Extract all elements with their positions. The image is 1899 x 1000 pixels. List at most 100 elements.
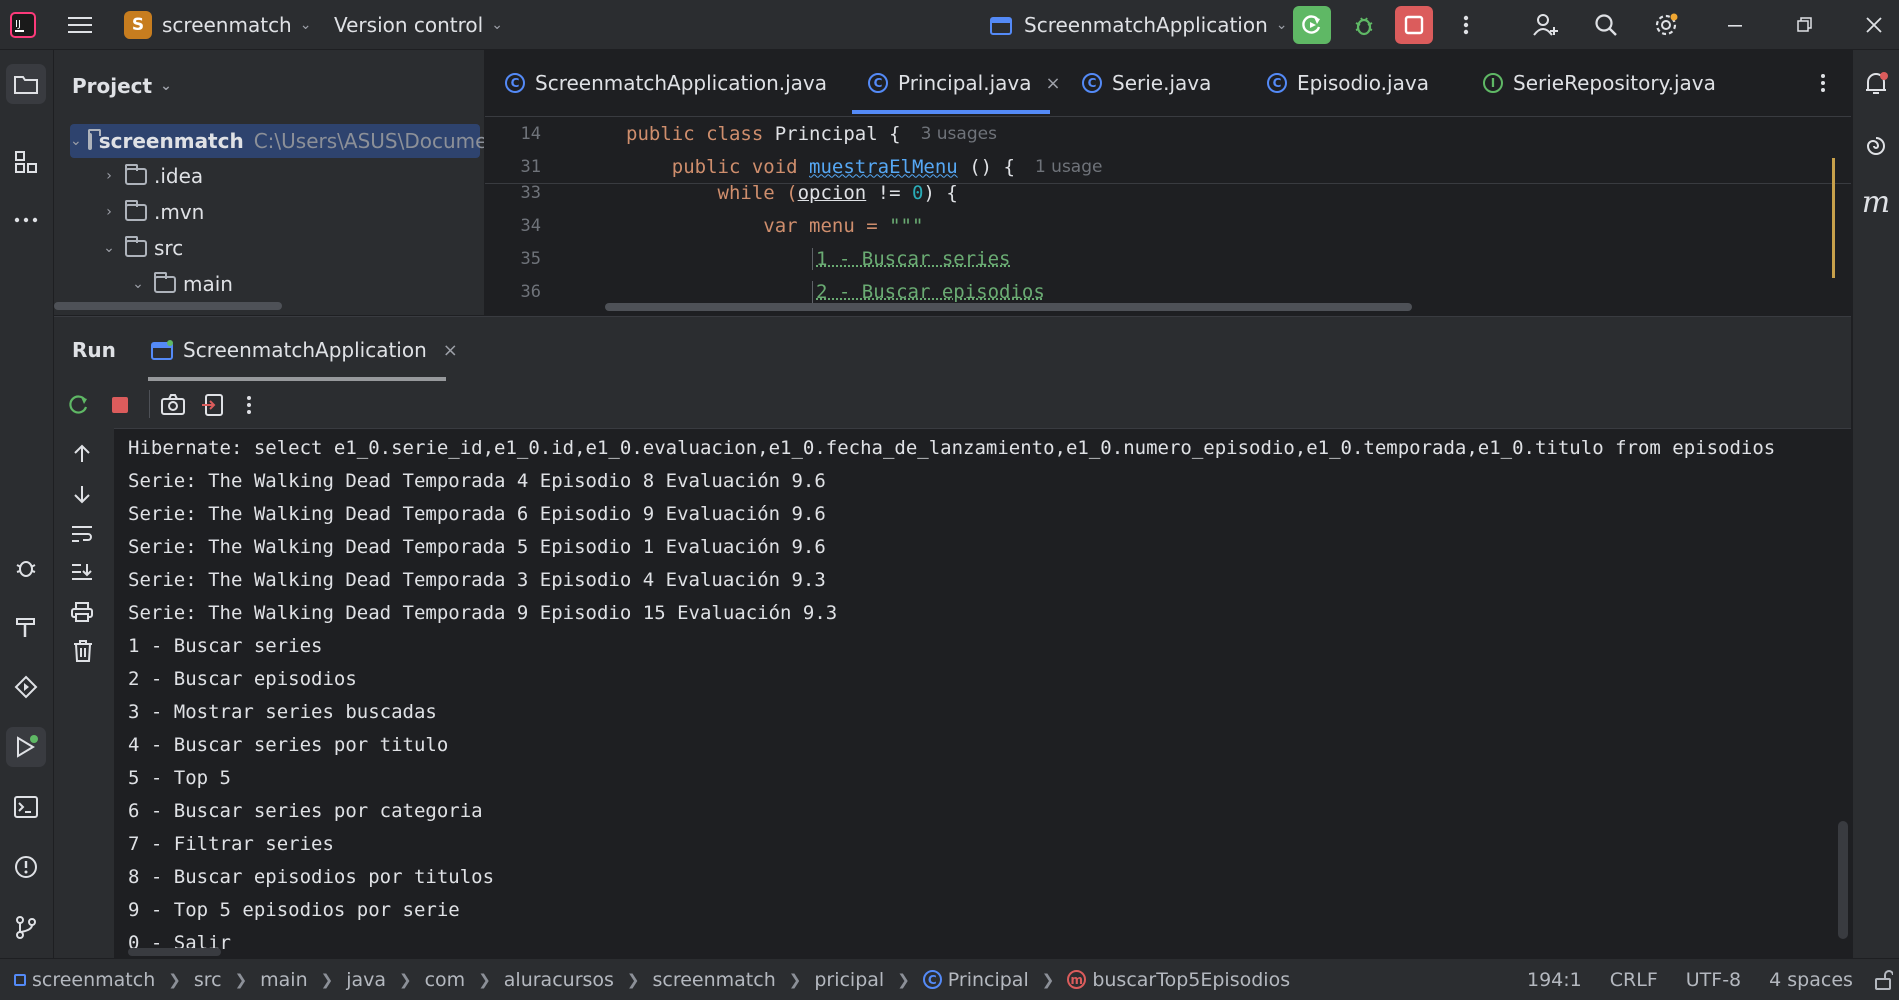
tab-label: Principal.java bbox=[898, 71, 1032, 95]
code-token: while ( bbox=[626, 181, 798, 204]
tree-item-label: .idea bbox=[154, 164, 204, 188]
toolbar-divider bbox=[149, 390, 150, 418]
code-token: 0 bbox=[912, 181, 924, 204]
breadcrumb-item[interactable]: com bbox=[425, 969, 466, 991]
tree-item-label: .mvn bbox=[154, 200, 205, 224]
code-line: 35 1 - Buscar series bbox=[485, 242, 1851, 275]
close-icon bbox=[1866, 17, 1882, 33]
trash-icon[interactable] bbox=[73, 640, 93, 667]
close-tab-icon[interactable]: × bbox=[443, 340, 458, 361]
close-window-button[interactable] bbox=[1855, 6, 1893, 44]
main-menu-icon[interactable] bbox=[61, 6, 99, 44]
console-horizontal-scrollbar[interactable] bbox=[128, 948, 221, 956]
line-separator[interactable]: CRLF bbox=[1610, 969, 1658, 991]
tab-serierepository[interactable]: I SerieRepository.java bbox=[1483, 50, 1716, 116]
tree-item-idea[interactable]: › .idea bbox=[99, 159, 203, 193]
stop-button[interactable] bbox=[1395, 6, 1433, 44]
run-config-selector[interactable]: ScreenmatchApplication ⌄ bbox=[990, 0, 1288, 49]
chevron-right-icon: ❯ bbox=[478, 970, 491, 989]
tree-item-main[interactable]: ⌄ main bbox=[128, 267, 233, 301]
terminal-tool-button[interactable] bbox=[6, 787, 46, 827]
rerun-button[interactable] bbox=[68, 394, 90, 421]
tab-episodio[interactable]: C Episodio.java bbox=[1267, 50, 1429, 116]
console-line: 0 - Salir bbox=[128, 932, 231, 954]
restore-layout-button[interactable] bbox=[201, 394, 223, 421]
horizontal-scrollbar[interactable] bbox=[54, 302, 282, 310]
run-title: Run bbox=[72, 338, 116, 362]
maven-icon[interactable]: m bbox=[1856, 182, 1896, 222]
editor-horizontal-scrollbar[interactable] bbox=[605, 303, 1412, 311]
breadcrumb-item[interactable]: java bbox=[346, 969, 386, 991]
debug-tool-button[interactable] bbox=[6, 547, 46, 587]
more-actions-button[interactable] bbox=[1447, 6, 1485, 44]
minimize-button[interactable] bbox=[1717, 6, 1755, 44]
scroll-to-end-icon[interactable] bbox=[71, 562, 93, 587]
structure-tool-button[interactable] bbox=[6, 142, 46, 182]
debug-button[interactable] bbox=[1345, 6, 1383, 44]
stop-run-button[interactable] bbox=[111, 396, 129, 419]
tree-item-label: main bbox=[183, 272, 233, 296]
project-selector[interactable]: S screenmatch ⌄ bbox=[124, 0, 311, 49]
project-tool-button[interactable] bbox=[6, 64, 46, 104]
git-tool-button[interactable] bbox=[6, 907, 46, 947]
console-vertical-scrollbar[interactable] bbox=[1838, 821, 1848, 939]
breadcrumb-item[interactable]: Principal bbox=[948, 969, 1029, 991]
settings-button[interactable] bbox=[1647, 6, 1685, 44]
intellij-logo-icon[interactable]: IJ bbox=[4, 6, 42, 44]
close-tab-icon[interactable]: × bbox=[1046, 73, 1061, 94]
search-button[interactable] bbox=[1587, 6, 1625, 44]
tree-item-mvn[interactable]: › .mvn bbox=[99, 195, 204, 229]
console-line: 5 - Top 5 bbox=[128, 767, 231, 789]
run-tab-screenmatchapplication[interactable]: ScreenmatchApplication × bbox=[151, 317, 458, 383]
breadcrumb-item[interactable]: src bbox=[194, 969, 222, 991]
code-area[interactable]: 14 public class Principal {3 usages 31 pu… bbox=[485, 117, 1851, 315]
hammer-icon bbox=[16, 618, 35, 637]
breadcrumb-item[interactable]: screenmatch bbox=[32, 969, 155, 991]
vcs-selector[interactable]: Version control ⌄ bbox=[334, 0, 503, 49]
arrow-down-icon[interactable] bbox=[73, 484, 91, 509]
project-pane-header[interactable]: Project ⌄ bbox=[72, 69, 172, 103]
tab-principal[interactable]: C Principal.java × bbox=[868, 50, 1061, 116]
services-tool-button[interactable] bbox=[6, 667, 46, 707]
arrow-up-icon[interactable] bbox=[73, 444, 91, 469]
breadcrumb-item[interactable]: buscarTop5Episodios bbox=[1092, 969, 1290, 991]
tabs-more-button[interactable] bbox=[1820, 72, 1826, 99]
build-tool-button[interactable] bbox=[6, 607, 46, 647]
title-bar: IJ S screenmatch ⌄ Version control ⌄ Scr… bbox=[0, 0, 1899, 50]
more-vertical-icon bbox=[247, 396, 251, 414]
rerun-icon bbox=[69, 395, 88, 414]
restore-button[interactable] bbox=[1786, 6, 1824, 44]
editor-marker-stripe[interactable] bbox=[1832, 158, 1851, 278]
breadcrumb-item[interactable]: aluracursos bbox=[504, 969, 614, 991]
more-tools-button[interactable] bbox=[6, 200, 46, 240]
soft-wrap-icon[interactable] bbox=[71, 524, 93, 549]
ai-assistant-button[interactable] bbox=[1856, 126, 1896, 166]
status-widgets: 194:1 CRLF UTF-8 4 spaces bbox=[1527, 959, 1893, 1000]
tab-label: SerieRepository.java bbox=[1513, 71, 1716, 95]
tree-root[interactable]: ⌄ screenmatch C:\Users\ASUS\Docume bbox=[70, 124, 484, 158]
usages-hint[interactable]: 3 usages bbox=[921, 124, 997, 144]
active-run-tab-indicator bbox=[148, 377, 446, 381]
file-encoding[interactable]: UTF-8 bbox=[1686, 969, 1741, 991]
cursor-position[interactable]: 194:1 bbox=[1527, 969, 1582, 991]
tab-serie[interactable]: C Serie.java bbox=[1082, 50, 1211, 116]
breadcrumb-item[interactable]: main bbox=[260, 969, 307, 991]
editor-pane: C ScreenmatchApplication.java C Principa… bbox=[485, 50, 1851, 315]
problems-tool-button[interactable] bbox=[6, 847, 46, 887]
breadcrumb-item[interactable]: pricipal bbox=[814, 969, 884, 991]
tab-screenmatchapplication[interactable]: C ScreenmatchApplication.java bbox=[505, 50, 827, 116]
run-tool-button[interactable] bbox=[6, 727, 46, 767]
notifications-button[interactable] bbox=[1856, 64, 1896, 104]
chevron-right-icon: ❯ bbox=[897, 970, 910, 989]
add-user-button[interactable] bbox=[1527, 6, 1565, 44]
usages-hint[interactable]: 1 usage bbox=[1035, 157, 1103, 177]
breadcrumb-item[interactable]: screenmatch bbox=[653, 969, 776, 991]
run-more-button[interactable] bbox=[246, 394, 252, 421]
app-config-icon bbox=[151, 340, 173, 360]
console-output[interactable]: Hibernate: select e1_0.serie_id,e1_0.id,… bbox=[128, 428, 1828, 958]
tree-item-src[interactable]: ⌄ src bbox=[99, 231, 183, 265]
indent-setting[interactable]: 4 spaces bbox=[1769, 969, 1853, 991]
print-icon[interactable] bbox=[71, 602, 93, 627]
rerun-button[interactable] bbox=[1293, 6, 1331, 44]
screenshot-button[interactable] bbox=[161, 394, 185, 421]
